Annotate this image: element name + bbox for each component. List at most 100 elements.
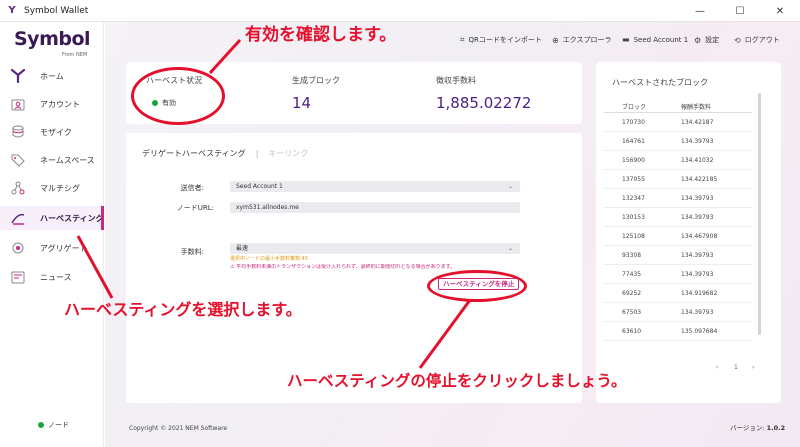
node-status-dot	[38, 422, 44, 428]
minimize-button[interactable]: —	[680, 0, 720, 22]
settings-label: 設定	[705, 36, 720, 44]
account-label: Seed Account 1	[633, 35, 689, 44]
table-row[interactable]: 125108 134.467908	[604, 227, 752, 246]
reward-cell: 134.39793	[681, 271, 714, 278]
reward-cell: 134.39793	[681, 309, 714, 316]
mosaic-icon	[9, 124, 27, 140]
import-qr-link[interactable]: ⌗ QRコードをインポート	[460, 35, 542, 45]
logo-subtitle: From NEM	[62, 52, 88, 58]
fees-label: 徴収手数料	[436, 76, 476, 85]
sidebar-item-mosaic[interactable]: モザイク	[0, 120, 104, 144]
fee-label: 手数料:	[180, 248, 204, 256]
close-button[interactable]: ✕	[760, 0, 800, 22]
chevron-down-icon: ⌄	[507, 183, 513, 190]
app-icon: Y	[8, 4, 16, 16]
harvested-blocks-title: ハーベストされたブロック	[612, 78, 709, 87]
table-row[interactable]: 67503 134.39793	[604, 303, 752, 322]
table-row[interactable]: 164761 134.39793	[604, 132, 752, 151]
min-fee-hint: 選択中ノードの最小手数料乗数:45	[230, 256, 309, 262]
blocks-value: 14	[292, 94, 312, 112]
pager-page-number[interactable]: 1	[734, 364, 738, 371]
table-row[interactable]: 137055 134.422185	[604, 170, 752, 189]
table-scrollbar[interactable]	[758, 93, 761, 335]
sidebar-item-label: ニュース	[40, 272, 72, 282]
sidebar-item-aggregate[interactable]: アグリゲート	[0, 236, 104, 260]
sender-value: Seed Account 1	[236, 183, 283, 190]
annotation-ring-stop-button	[427, 270, 527, 302]
sidebar-item-label: マルチシグ	[40, 183, 80, 193]
table-row[interactable]: 156900 134.41032	[604, 151, 752, 170]
annotation-confirm-text: 有効を確認します。	[245, 25, 397, 45]
sidebar-item-account[interactable]: アカウント	[0, 92, 104, 116]
table-row[interactable]: 132347 134.39793	[604, 189, 752, 208]
explorer-link[interactable]: ⊕ エクスプローラ	[552, 35, 612, 45]
sidebar-item-namespace[interactable]: ネームスペース	[0, 148, 104, 172]
sidebar: Symbol From NEM ホーム アカウント モザイク ネームスペース マ…	[0, 22, 104, 447]
table-row[interactable]: 63610 135.097684	[604, 322, 752, 341]
account-selector[interactable]: ▬ Seed Account 1	[622, 35, 688, 44]
table-row[interactable]: 170730 134.42187	[604, 113, 752, 132]
table-row[interactable]: 93308 134.39793	[604, 246, 752, 265]
sidebar-item-news[interactable]: ニュース	[0, 265, 104, 289]
block-cell: 69252	[622, 290, 642, 297]
reward-cell: 134.39793	[681, 214, 714, 221]
pager-prev-button[interactable]: ‹	[716, 364, 718, 371]
maximize-button[interactable]: ☐	[720, 0, 760, 22]
version-info: バージョン: 1.0.2	[730, 422, 785, 432]
reward-cell: 134.919682	[681, 290, 718, 297]
block-cell: 156900	[622, 157, 645, 164]
annotation-ring-status	[131, 67, 225, 125]
block-cell: 77435	[622, 271, 642, 278]
table-row[interactable]: 130153 134.39793	[604, 208, 752, 227]
block-cell: 63610	[622, 328, 642, 335]
block-cell: 137055	[622, 176, 645, 183]
node-url-field[interactable]: xym531.allnodes.me	[230, 202, 520, 213]
sidebar-item-label: モザイク	[40, 127, 72, 137]
fee-select[interactable]: 最速 ⌄	[230, 243, 520, 254]
reward-cell: 134.39793	[681, 252, 714, 259]
version-value: 1.0.2	[766, 424, 786, 432]
column-header-block: ブロック	[622, 104, 647, 111]
sidebar-item-label: アカウント	[40, 99, 80, 109]
symbol-logo: Symbol	[14, 28, 91, 50]
table-row[interactable]: 77435 134.39793	[604, 265, 752, 284]
tab-key-link[interactable]: キーリンク	[268, 148, 308, 159]
reward-cell: 135.097684	[681, 328, 718, 335]
qr-icon: ⌗	[460, 35, 465, 44]
reward-cell: 134.42187	[681, 119, 714, 126]
block-cell: 93308	[622, 252, 642, 259]
sidebar-item-label: ネームスペース	[40, 155, 95, 165]
sender-select[interactable]: Seed Account 1 ⌄	[230, 181, 520, 192]
logout-label: ログアウト	[744, 36, 780, 44]
block-cell: 130153	[622, 214, 645, 221]
logout-link[interactable]: ⟲ ログアウト	[734, 35, 780, 45]
pager-next-button[interactable]: ›	[752, 364, 754, 371]
block-cell: 170730	[622, 119, 645, 126]
reward-cell: 134.467908	[681, 233, 718, 240]
tab-separator: |	[255, 149, 259, 158]
sidebar-item-multisig[interactable]: マルチシグ	[0, 176, 104, 200]
news-icon	[9, 269, 27, 285]
sidebar-item-harvesting[interactable]: ハーベスティング	[0, 206, 104, 230]
chevron-down-icon: ⌄	[507, 245, 513, 252]
sender-label: 送信者:	[180, 184, 204, 192]
harvest-icon	[9, 210, 27, 226]
logout-icon: ⟲	[734, 35, 741, 45]
settings-link[interactable]: ⚙ 設定	[694, 35, 719, 45]
reward-cell: 134.39793	[681, 138, 714, 145]
tab-delegated-harvesting[interactable]: デリゲートハーベスティング	[142, 148, 246, 159]
blocks-label: 生成ブロック	[292, 76, 340, 85]
fees-value: 1,885.02272	[436, 94, 532, 112]
reward-cell: 134.39793	[681, 195, 714, 202]
table-row[interactable]: 69252 134.919682	[604, 284, 752, 303]
sidebar-item-home[interactable]: ホーム	[0, 64, 104, 88]
node-label: ノード	[48, 421, 69, 429]
column-header-reward: 報酬手数料	[681, 104, 712, 111]
node-status[interactable]: ノード	[38, 420, 69, 430]
block-cell: 164761	[622, 138, 645, 145]
node-url-value: xym531.allnodes.me	[236, 204, 299, 211]
block-cell: 67503	[622, 309, 642, 316]
sidebar-item-label: アグリゲート	[40, 243, 88, 253]
reward-cell: 134.422185	[681, 176, 718, 183]
sidebar-item-label: ホーム	[40, 71, 64, 81]
